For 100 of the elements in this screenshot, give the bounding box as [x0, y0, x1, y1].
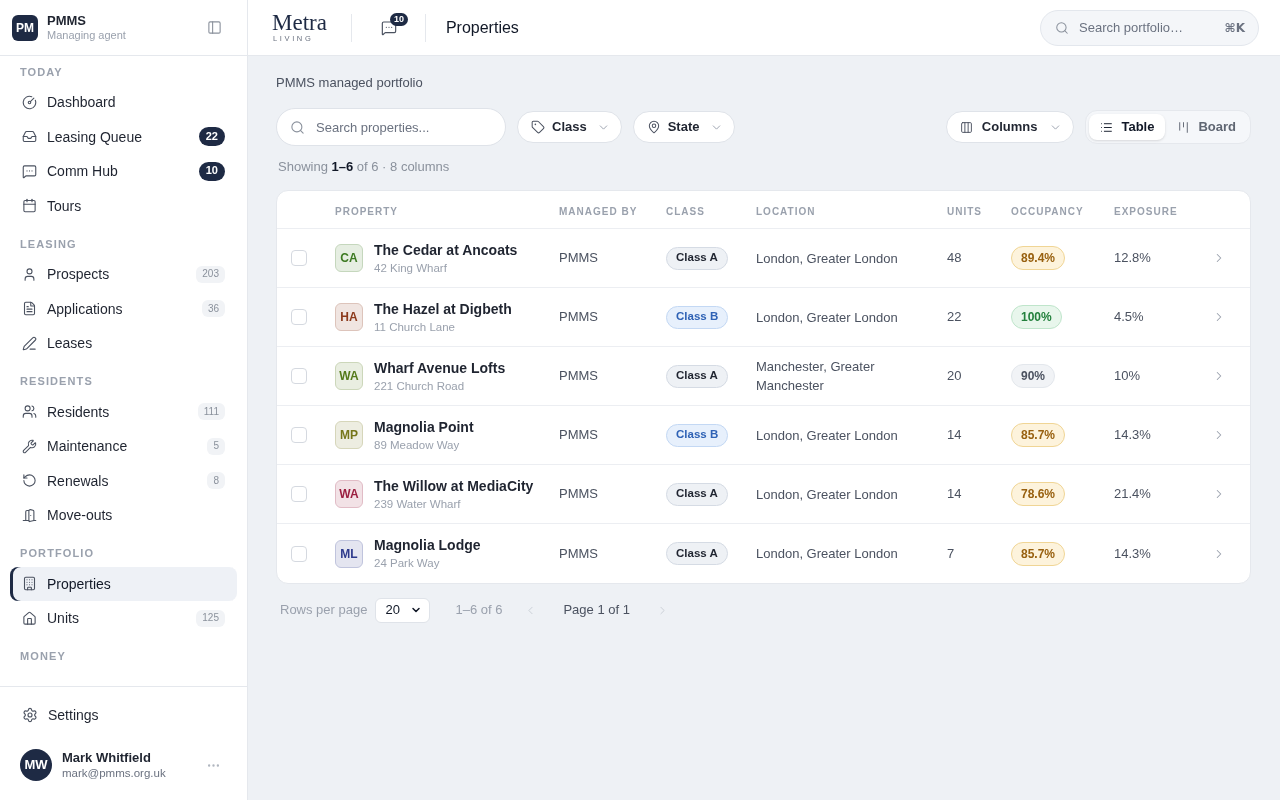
- nav-item[interactable]: Comm Hub 10: [10, 154, 237, 189]
- table-cell-text: London, Greater London: [756, 485, 899, 504]
- tag-icon: [531, 120, 545, 134]
- property-name[interactable]: The Hazel at Digbeth: [374, 299, 512, 319]
- org-role: Managing agent: [47, 28, 126, 43]
- org-name: PMMS: [47, 12, 87, 29]
- occupancy-badge: 90%: [1011, 364, 1056, 388]
- table-cell: PMMS: [559, 368, 598, 384]
- nav-item[interactable]: Settings: [10, 697, 237, 733]
- calendar-icon: [22, 198, 37, 214]
- messages-button[interactable]: 10: [372, 11, 405, 44]
- nav-item[interactable]: Properties: [10, 566, 237, 601]
- table-cell-text: London, Greater London: [756, 426, 899, 445]
- nav-item[interactable]: Move-outs: [10, 498, 237, 533]
- nav-item[interactable]: Leasing Queue 22: [10, 119, 237, 154]
- nav-item[interactable]: Residents 111: [10, 394, 237, 429]
- property-name[interactable]: Wharf Avenue Lofts: [374, 358, 506, 378]
- property-avatar: CA: [335, 244, 363, 272]
- undo-arrow-icon: [22, 473, 37, 489]
- page-size-select[interactable]: 20: [375, 597, 431, 623]
- count-badge: 203: [196, 265, 225, 283]
- panel-icon[interactable]: [207, 20, 222, 35]
- table-cell: PMMS: [559, 427, 598, 443]
- property-address: 89 Meadow Way: [374, 437, 461, 453]
- class-badge: Class B: [666, 305, 729, 329]
- table-cell-text: London, Greater London: [756, 545, 899, 563]
- user-avatar: MW: [20, 749, 52, 781]
- search-field[interactable]: Search properties...: [276, 108, 506, 146]
- pin-icon: [646, 120, 661, 134]
- columns-icon: [959, 120, 973, 134]
- property-name[interactable]: The Cedar at Ancoats: [374, 240, 518, 260]
- table-cell: 14.3%: [1114, 545, 1151, 561]
- search-icon: [290, 119, 305, 135]
- table-cell: 14: [947, 486, 962, 502]
- wrench-icon: [22, 438, 37, 454]
- count-badge: 111: [197, 403, 225, 421]
- property-name[interactable]: Magnolia Lodge: [374, 536, 481, 555]
- results-summary: Showing 1–6 of 6 · 8 columns: [278, 158, 451, 176]
- row-checkbox[interactable]: [291, 545, 307, 562]
- table-cell: PMMS: [559, 309, 598, 325]
- class-badge: Class A: [666, 542, 728, 565]
- nav-item[interactable]: Applications 36: [10, 291, 237, 326]
- nav-item[interactable]: Units 125: [10, 601, 237, 636]
- house-icon: [22, 610, 37, 626]
- nav-item[interactable]: Prospects 203: [10, 257, 237, 292]
- property-address: 221 Church Road: [374, 378, 466, 394]
- inbox-icon: [22, 129, 37, 145]
- row-checkbox[interactable]: [291, 368, 307, 384]
- nav-item[interactable]: Maintenance 5: [10, 429, 237, 464]
- document-icon: [22, 301, 37, 317]
- occupancy-badge: 85.7%: [1011, 541, 1066, 566]
- count-badge: 10: [198, 161, 225, 181]
- property-name[interactable]: The Willow at MediaCity: [374, 476, 534, 496]
- class-badge: Class B: [666, 423, 729, 447]
- nav-item[interactable]: Tours: [10, 188, 237, 223]
- columns-button[interactable]: Columns: [945, 111, 1075, 143]
- occupancy-badge: 100%: [1011, 305, 1062, 329]
- section-heading: PORTFOLIO: [20, 546, 95, 562]
- nav-item[interactable]: Leases: [10, 326, 237, 361]
- nav-item[interactable]: Dashboard: [10, 85, 237, 120]
- table-cell: PMMS: [559, 486, 598, 502]
- column-header: CLASS: [666, 205, 705, 217]
- page-indicator: Page 1 of 1: [563, 601, 630, 620]
- column-header: MANAGED BY: [559, 205, 638, 217]
- property-name[interactable]: Magnolia Point: [374, 417, 474, 437]
- class-badge: Class A: [666, 364, 728, 388]
- table-cell-text: London, Greater London: [756, 308, 899, 327]
- table-cell: PMMS: [559, 545, 598, 561]
- shortcut-hint: ⌘K: [1224, 19, 1245, 36]
- row-checkbox[interactable]: [291, 250, 307, 266]
- view-tab[interactable]: Board: [1166, 114, 1247, 140]
- filter-button[interactable]: State: [632, 111, 735, 143]
- table-cell: 20: [947, 368, 962, 384]
- table-cell: 14: [947, 427, 962, 443]
- search-icon: [1055, 20, 1069, 35]
- row-checkbox[interactable]: [291, 309, 307, 325]
- column-header: UNITS: [947, 205, 982, 217]
- view-tab[interactable]: Table: [1089, 114, 1166, 140]
- property-avatar: WA: [335, 480, 363, 508]
- count-badge: 36: [201, 300, 225, 318]
- row-checkbox[interactable]: [291, 486, 307, 502]
- brand-avatar: PM: [12, 14, 38, 41]
- page-title: Properties: [445, 17, 519, 38]
- property-avatar: WA: [335, 362, 363, 390]
- property-address: 42 King Wharf: [374, 260, 448, 276]
- rows-per-page-label: Rows per page: [280, 601, 368, 620]
- door-icon: [22, 507, 37, 523]
- list-icon: [1100, 120, 1114, 134]
- table-cell: 4.5%: [1114, 309, 1144, 325]
- count-badge: 22: [198, 127, 225, 147]
- property-address: 11 Church Lane: [374, 319, 456, 335]
- gauge-icon: [22, 94, 37, 110]
- gear-icon: [22, 707, 38, 723]
- table-cell: 22: [947, 309, 962, 325]
- logo-wordmark: Metra: [272, 11, 327, 34]
- column-header: LOCATION: [756, 205, 816, 217]
- filter-button[interactable]: Class: [517, 111, 622, 143]
- row-checkbox[interactable]: [291, 427, 307, 443]
- count-badge: 5: [207, 437, 225, 455]
- nav-item[interactable]: Renewals 8: [10, 463, 237, 498]
